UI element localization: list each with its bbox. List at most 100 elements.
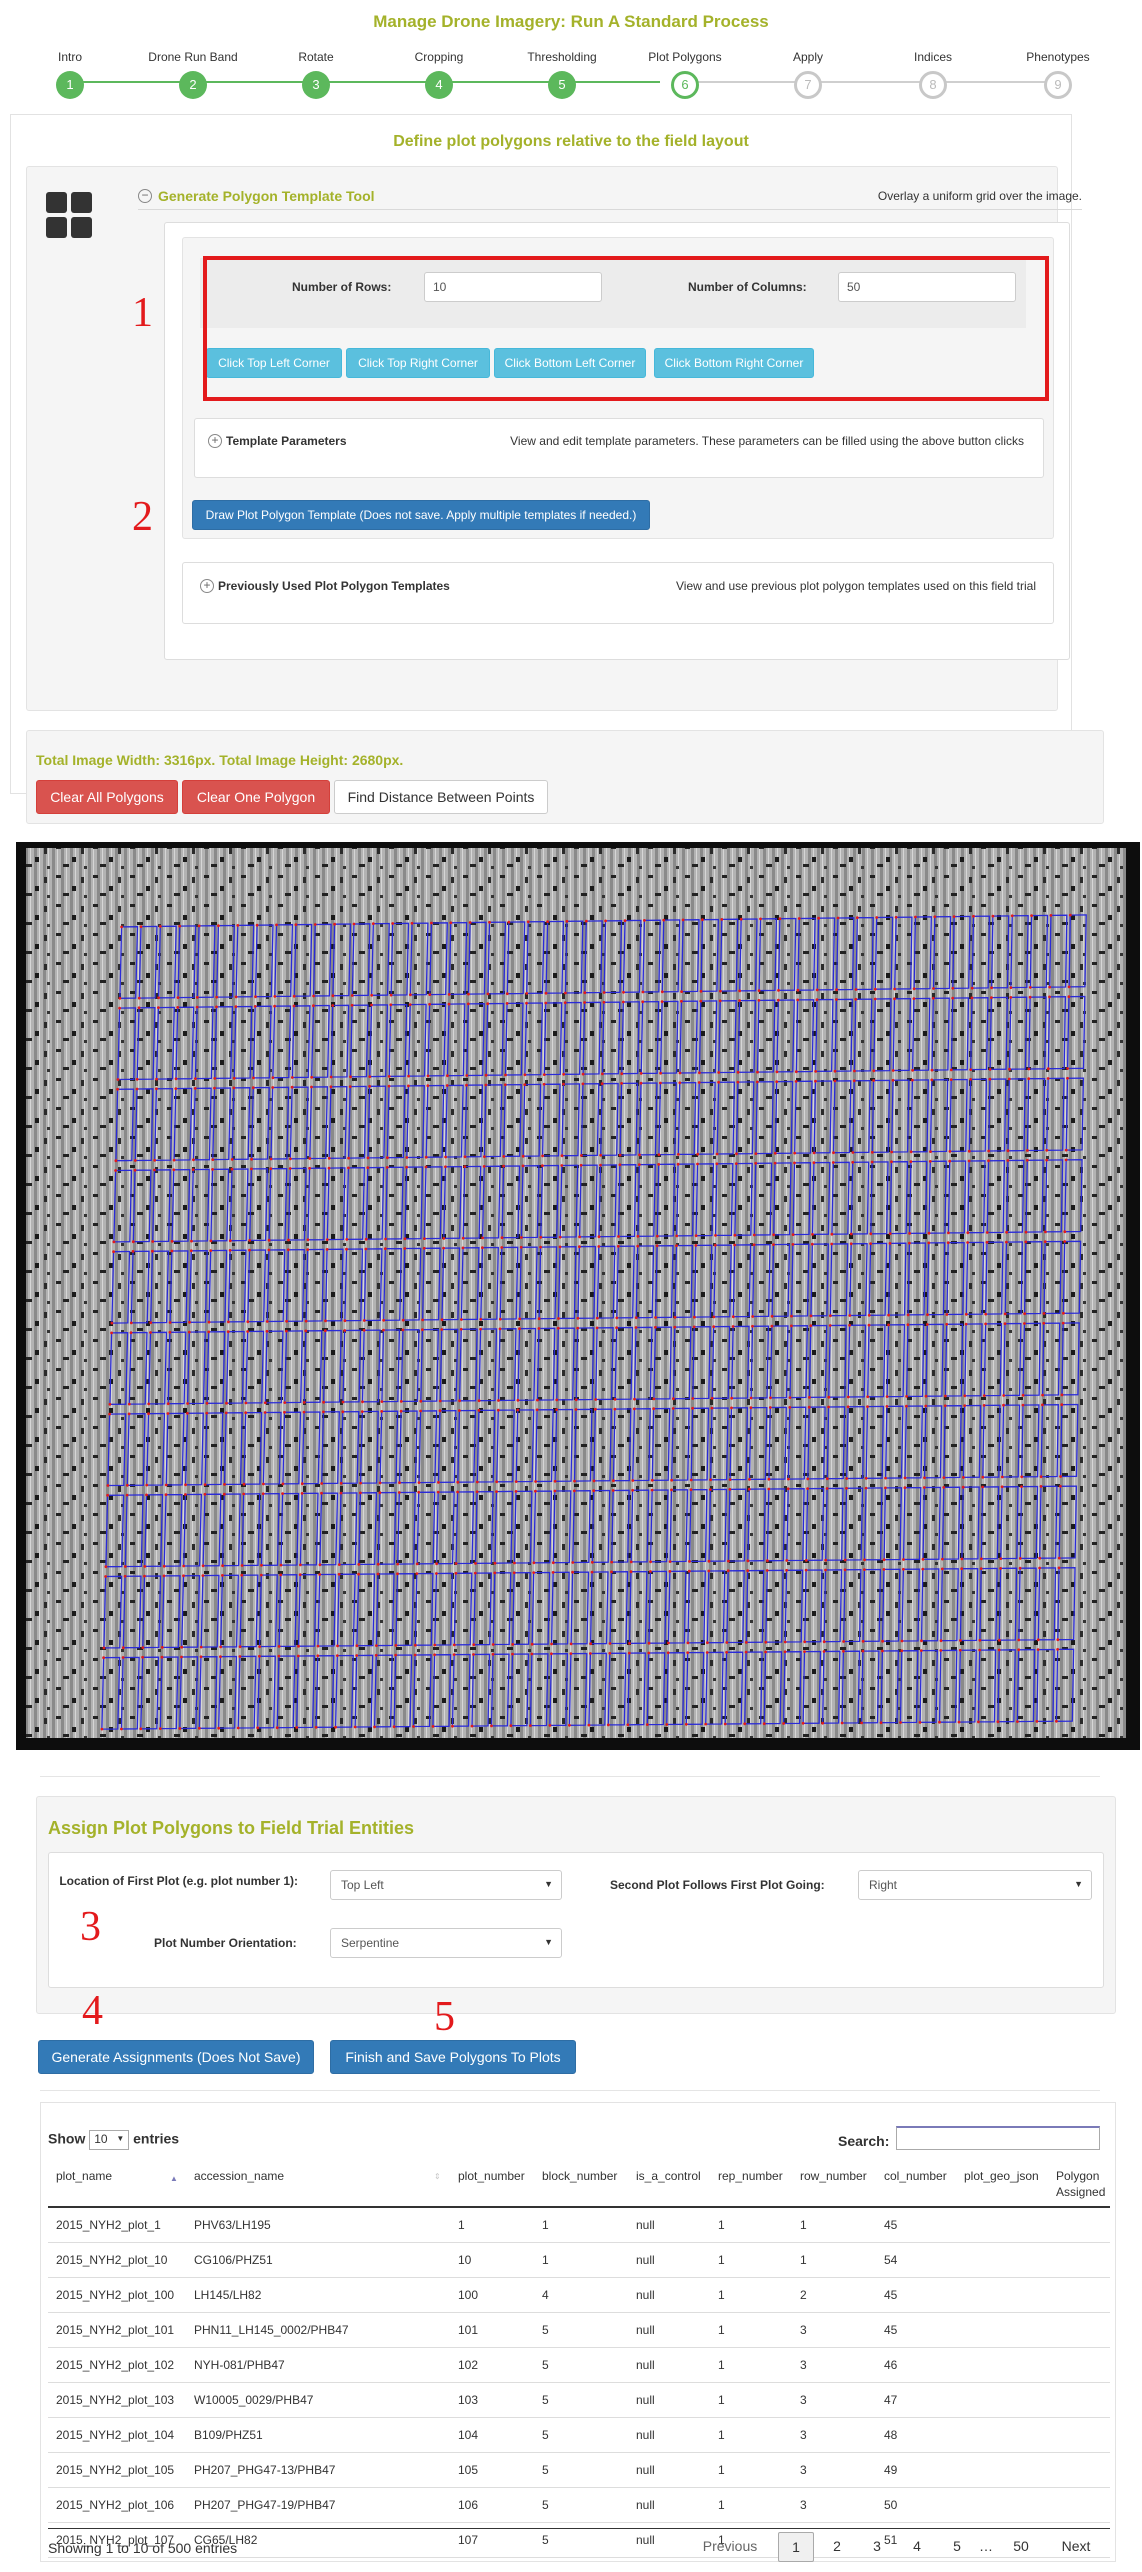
- polygon-corner-point: [594, 1398, 598, 1401]
- table-cell: 106: [458, 2498, 479, 2512]
- entries-select[interactable]: 10 ▼: [89, 2130, 130, 2150]
- pagination-page[interactable]: 4: [902, 2532, 932, 2562]
- clear-one-polygon-button[interactable]: Clear One Polygon: [182, 780, 330, 814]
- pagination-page[interactable]: 1: [778, 2532, 814, 2562]
- polygon-corner-point: [236, 924, 240, 927]
- polygon-corner-point: [773, 1151, 777, 1155]
- col-block-number[interactable]: block_number: [542, 2168, 617, 2184]
- step-indices[interactable]: Indices 8: [873, 50, 993, 99]
- col-col-number[interactable]: col_number: [884, 2168, 947, 2184]
- previous-templates-panel[interactable]: [182, 562, 1054, 624]
- drone-image[interactable]: [16, 842, 1140, 1750]
- show-suffix: entries: [133, 2130, 180, 2147]
- step-apply[interactable]: Apply 7: [748, 50, 868, 99]
- polygon-corner-point: [279, 1573, 283, 1577]
- pagination-previous[interactable]: Previous: [696, 2532, 764, 2562]
- pagination-next[interactable]: Next: [1048, 2532, 1104, 2562]
- polygon-corner-point: [382, 1318, 386, 1322]
- polygon-corner-point: [929, 1150, 932, 1153]
- polygon-corner-point: [191, 1168, 195, 1171]
- table-row[interactable]: 2015_NYH2_plot_104 B109/PHZ51 104 5 null 1 3 48: [48, 2418, 1110, 2453]
- generate-assignments-button[interactable]: Generate Assignments (Does Not Save): [38, 2040, 314, 2074]
- table-cell: 3: [800, 2463, 807, 2477]
- search-input[interactable]: [896, 2126, 1100, 2150]
- polygon-corner-point: [879, 1721, 883, 1725]
- sort-asc-icon[interactable]: ▲: [170, 2174, 178, 2183]
- orientation-select[interactable]: Serpentine ▼: [330, 1928, 562, 1958]
- template-tool-title[interactable]: Generate Polygon Template Tool: [158, 188, 375, 204]
- table-row[interactable]: 2015_NYH2_plot_106 PH207_PHG47-19/PHB47 10…: [48, 2488, 1110, 2523]
- polygon-corner-point: [924, 1404, 928, 1408]
- template-parameters-title[interactable]: Template Parameters: [226, 434, 347, 448]
- col-plot-geo-json[interactable]: plot_geo_json: [964, 2168, 1039, 2184]
- col-plot-name[interactable]: plot_name: [56, 2168, 112, 2184]
- polygon-corner-point: [825, 1477, 829, 1481]
- col-plot-number[interactable]: plot_number: [458, 2168, 525, 2184]
- polygon-corner-point: [255, 923, 259, 927]
- polygon-corner-point: [687, 1569, 691, 1573]
- expand-icon[interactable]: +: [200, 579, 214, 593]
- polygon-corner-point: [403, 1237, 407, 1241]
- table-row[interactable]: 2015_NYH2_plot_102 NYH-081/PHB47 102 5 null 1…: [48, 2348, 1110, 2383]
- step-rotate[interactable]: Rotate 3: [256, 50, 376, 99]
- polygon-corner-point: [1018, 1557, 1022, 1560]
- collapse-icon[interactable]: −: [138, 189, 152, 203]
- sort-icon[interactable]: ⇕: [434, 2172, 441, 2181]
- draw-template-button[interactable]: Draw Plot Polygon Template (Does not sav…: [192, 500, 650, 530]
- step-cropping[interactable]: Cropping 4: [379, 50, 499, 99]
- step-plot-polygons[interactable]: Plot Polygons 6: [625, 50, 745, 99]
- template-parameters-panel[interactable]: [194, 418, 1044, 478]
- first-plot-label: Location of First Plot (e.g. plot number…: [59, 1874, 298, 1888]
- polygon-corner-point: [1007, 1077, 1011, 1081]
- expand-icon[interactable]: +: [208, 434, 222, 448]
- col-accession-name[interactable]: accession_name: [194, 2168, 284, 2184]
- polygon-corner-point: [116, 1087, 119, 1091]
- polygon-corner-point: [505, 1002, 509, 1005]
- pagination-page[interactable]: 50: [1004, 2532, 1038, 2562]
- table-row[interactable]: 2015_NYH2_plot_1 PHV63/LH195 1 1 null 1 1 45: [48, 2208, 1110, 2243]
- col-rep-number[interactable]: rep_number: [718, 2168, 783, 2184]
- polygon-corner-point: [483, 1155, 486, 1158]
- step-thresholding[interactable]: Thresholding 5: [502, 50, 622, 99]
- step-intro[interactable]: Intro 1: [10, 50, 130, 99]
- polygon-corner-point: [359, 1481, 362, 1485]
- previous-templates-title[interactable]: Previously Used Plot Polygon Templates: [218, 579, 450, 593]
- pagination-page[interactable]: 5: [942, 2532, 972, 2562]
- find-distance-button[interactable]: Find Distance Between Points: [334, 780, 548, 814]
- polygon-corner-point: [232, 1086, 236, 1090]
- clear-all-polygons-button[interactable]: Clear All Polygons: [36, 780, 178, 814]
- polygon-corner-point: [1044, 1230, 1047, 1234]
- polygon-corner-point: [710, 1396, 714, 1400]
- drone-image-canvas[interactable]: [16, 842, 1140, 1750]
- step-drone-run-band[interactable]: Drone Run Band 2: [133, 50, 253, 99]
- table-row[interactable]: 2015_NYH2_plot_100 LH145/LH82 100 4 null 1 2 45: [48, 2278, 1110, 2313]
- polygon-corner-point: [151, 1249, 154, 1253]
- polygon-corner-point: [298, 1573, 302, 1577]
- step-phenotypes[interactable]: Phenotypes 9: [998, 50, 1118, 99]
- polygon-corner-point: [977, 1720, 980, 1724]
- table-row[interactable]: 2015_NYH2_plot_105 PH207_PHG47-13/PHB47 10…: [48, 2453, 1110, 2488]
- polygon-corner-point: [720, 918, 724, 921]
- table-row[interactable]: 2015_NYH2_plot_103 W10005_0029/PHB47 103 5 n…: [48, 2383, 1110, 2418]
- template-tool-header[interactable]: − Generate Polygon Template Tool Overlay…: [138, 186, 1082, 210]
- polygon-corner-point: [660, 1000, 664, 1003]
- second-plot-select[interactable]: Right ▼: [858, 1870, 1092, 1900]
- table-row[interactable]: 2015_NYH2_plot_10 CG106/PHZ51 10 1 null 1 1 54: [48, 2243, 1110, 2278]
- polygon-corner-point: [900, 1649, 904, 1653]
- table-row[interactable]: 2015_NYH2_plot_101 PHN11_LH145_0002/PHB47…: [48, 2313, 1110, 2348]
- annotation-number: 1: [132, 290, 153, 336]
- polygon-corner-point: [979, 1567, 983, 1570]
- finish-save-polygons-button[interactable]: Finish and Save Polygons To Plots: [330, 2040, 576, 2074]
- polygon-corner-point: [580, 1154, 583, 1157]
- polygon-corner-point: [599, 1153, 603, 1157]
- polygon-corner-point: [887, 1323, 890, 1327]
- pagination-page[interactable]: 2: [822, 2532, 852, 2562]
- polygon-corner-point: [864, 1486, 868, 1490]
- col-is-a-control[interactable]: is_a_control: [636, 2168, 701, 2184]
- polygon-corner-point: [777, 989, 780, 992]
- first-plot-select[interactable]: Top Left ▼: [330, 1870, 562, 1900]
- previous-templates-description: View and use previous plot polygon templ…: [676, 579, 1036, 593]
- col-row-number[interactable]: row_number: [800, 2168, 867, 2184]
- col-polygon-assigned[interactable]: Polygon Assigned: [1056, 2168, 1110, 2200]
- pagination-page[interactable]: 3: [862, 2532, 892, 2562]
